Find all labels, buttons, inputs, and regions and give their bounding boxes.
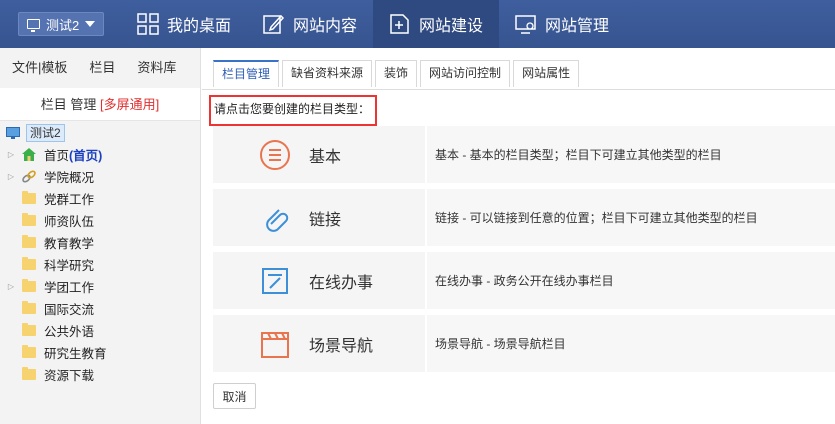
type-basic-button[interactable]: 基本	[213, 126, 425, 183]
tree-item-faculty[interactable]: 师资队伍	[0, 209, 200, 231]
tree-item-party[interactable]: 党群工作	[0, 187, 200, 209]
nav-label: 网站建设	[419, 18, 484, 35]
tree-item-downloads[interactable]: 资源下载	[0, 363, 200, 385]
column-type-basic[interactable]: 基本 基本 - 基本的栏目类型；栏目下可建立其他类型的栏目	[213, 126, 835, 183]
type-name: 链接	[309, 211, 342, 229]
tree-item-home[interactable]: ▷ 首页 (首页)	[0, 143, 200, 165]
monitor-icon	[27, 19, 40, 32]
tree-item-foreign-lang[interactable]: 公共外语	[0, 319, 200, 341]
nav-site-admin[interactable]: 网站管理	[499, 0, 625, 48]
column-type-online-service[interactable]: 在线办事 在线办事 - 政务公开在线办事栏目	[213, 252, 835, 309]
add-page-icon	[390, 14, 409, 34]
nav-label: 网站管理	[545, 18, 610, 35]
form-pen-icon	[262, 267, 288, 294]
folder-icon	[22, 344, 36, 358]
paperclip-icon	[266, 208, 289, 232]
nav-my-desktop[interactable]: 我的桌面	[121, 0, 247, 48]
tree-item-label: 科学研究	[44, 258, 95, 273]
folder-icon	[22, 366, 36, 380]
folder-icon	[22, 234, 36, 248]
type-desc: 基本 - 基本的栏目类型；栏目下可建立其他类型的栏目	[427, 126, 835, 183]
edit-icon	[263, 14, 285, 34]
tree-item-student[interactable]: ▷ 学团工作	[0, 275, 200, 297]
tab-default-source[interactable]: 缺省资料来源	[282, 60, 373, 87]
clapper-icon	[261, 331, 289, 358]
monitor-icon	[6, 126, 20, 139]
type-name: 在线办事	[309, 274, 374, 292]
folder-icon	[22, 278, 36, 292]
type-scene-nav-button[interactable]: 场景导航	[213, 315, 425, 372]
tree-item-label: 首页	[44, 148, 70, 163]
type-desc: 在线办事 - 政务公开在线办事栏目	[427, 252, 835, 309]
site-switcher-label: 测试2	[46, 17, 80, 33]
tree-item-label: 教育教学	[44, 236, 95, 251]
folder-icon	[22, 256, 36, 270]
type-name: 场景导航	[309, 337, 374, 355]
folder-icon	[22, 212, 36, 226]
tree-root[interactable]: 测试2	[0, 123, 200, 143]
caret-down-icon	[85, 21, 96, 27]
column-tabs: 栏目管理 缺省资料来源 装饰 网站访问控制 网站属性	[213, 60, 582, 87]
expand-arrow-icon[interactable]: ▷	[6, 171, 16, 181]
tab-column-manage[interactable]: 栏目管理	[213, 60, 280, 87]
column-manage-label: 栏目 管理	[40, 97, 97, 112]
folder-icon	[22, 190, 36, 204]
link-icon	[22, 169, 36, 183]
tab-divider	[202, 89, 835, 90]
tree-item-label: 研究生教育	[44, 346, 107, 361]
column-tree: 测试2 ▷ 首页 (首页) ▷ 学院概况 党群工作 师资队伍 教育教学 科学研究…	[0, 121, 200, 385]
monitor-gear-icon	[515, 15, 536, 34]
tree-item-label: 资源下载	[44, 368, 95, 383]
tab-library[interactable]: 资料库	[126, 48, 187, 88]
type-online-service-button[interactable]: 在线办事	[213, 252, 425, 309]
multiscreen-tag: [多屏通用]	[100, 97, 160, 112]
tree-item-label: 学团工作	[44, 280, 95, 295]
column-type-link[interactable]: 链接 链接 - 可以链接到任意的位置；栏目下可建立其他类型的栏目	[213, 189, 835, 246]
cancel-button[interactable]: 取消	[213, 383, 256, 409]
tree-item-label: 公共外语	[44, 324, 95, 339]
tab-site-properties[interactable]: 网站属性	[513, 60, 580, 87]
type-link-button[interactable]: 链接	[213, 189, 425, 246]
tree-item-label: 师资队伍	[44, 214, 95, 229]
left-panel: 文件|模板 栏目 资料库 栏目 管理 [多屏通用] 测试2 ▷ 首页 (首页) …	[0, 48, 201, 424]
expand-arrow-icon[interactable]: ▷	[6, 149, 16, 159]
tree-item-teaching[interactable]: 教育教学	[0, 231, 200, 253]
home-suffix: (首页)	[69, 148, 103, 163]
tree-item-label: 党群工作	[44, 192, 95, 207]
left-panel-tabs: 文件|模板 栏目 资料库	[0, 48, 200, 88]
nav-label: 网站内容	[293, 18, 358, 35]
folder-icon	[22, 322, 36, 336]
tree-item-intl[interactable]: 国际交流	[0, 297, 200, 319]
tab-file-template[interactable]: 文件|模板	[0, 48, 78, 88]
type-desc: 链接 - 可以链接到任意的位置；栏目下可建立其他类型的栏目	[427, 189, 835, 246]
tree-root-label: 测试2	[26, 124, 65, 142]
type-name: 基本	[309, 148, 342, 166]
list-circle-icon	[260, 139, 290, 170]
tree-item-research[interactable]: 科学研究	[0, 253, 200, 275]
expand-arrow-icon[interactable]: ▷	[6, 281, 16, 291]
tree-item-label: 学院概况	[44, 170, 95, 185]
column-manage-title: 栏目 管理 [多屏通用]	[0, 88, 200, 121]
nav-site-build[interactable]: 网站建设	[373, 0, 500, 48]
grid-icon	[137, 13, 159, 35]
type-desc: 场景导航 - 场景导航栏目	[427, 315, 835, 372]
column-type-scene-nav[interactable]: 场景导航 场景导航 - 场景导航栏目	[213, 315, 835, 372]
tab-columns[interactable]: 栏目	[78, 48, 126, 88]
home-icon	[22, 147, 36, 161]
tree-item-graduate[interactable]: 研究生教育	[0, 341, 200, 363]
tab-access-control[interactable]: 网站访问控制	[420, 60, 511, 87]
nav-label: 我的桌面	[167, 18, 232, 35]
top-nav-bar: 测试2 我的桌面 网站内容 网站建设 网站管理	[0, 0, 835, 48]
folder-icon	[22, 300, 36, 314]
nav-site-content[interactable]: 网站内容	[247, 0, 373, 48]
prompt-text: 请点击您要创建的栏目类型：	[214, 102, 371, 116]
tree-item-about[interactable]: ▷ 学院概况	[0, 165, 200, 187]
tab-decoration[interactable]: 装饰	[375, 60, 418, 87]
main-content: 栏目管理 缺省资料来源 装饰 网站访问控制 网站属性 请点击您要创建的栏目类型：…	[202, 48, 835, 424]
site-switcher-dropdown[interactable]: 测试2	[18, 12, 104, 36]
tree-item-label: 国际交流	[44, 302, 95, 317]
